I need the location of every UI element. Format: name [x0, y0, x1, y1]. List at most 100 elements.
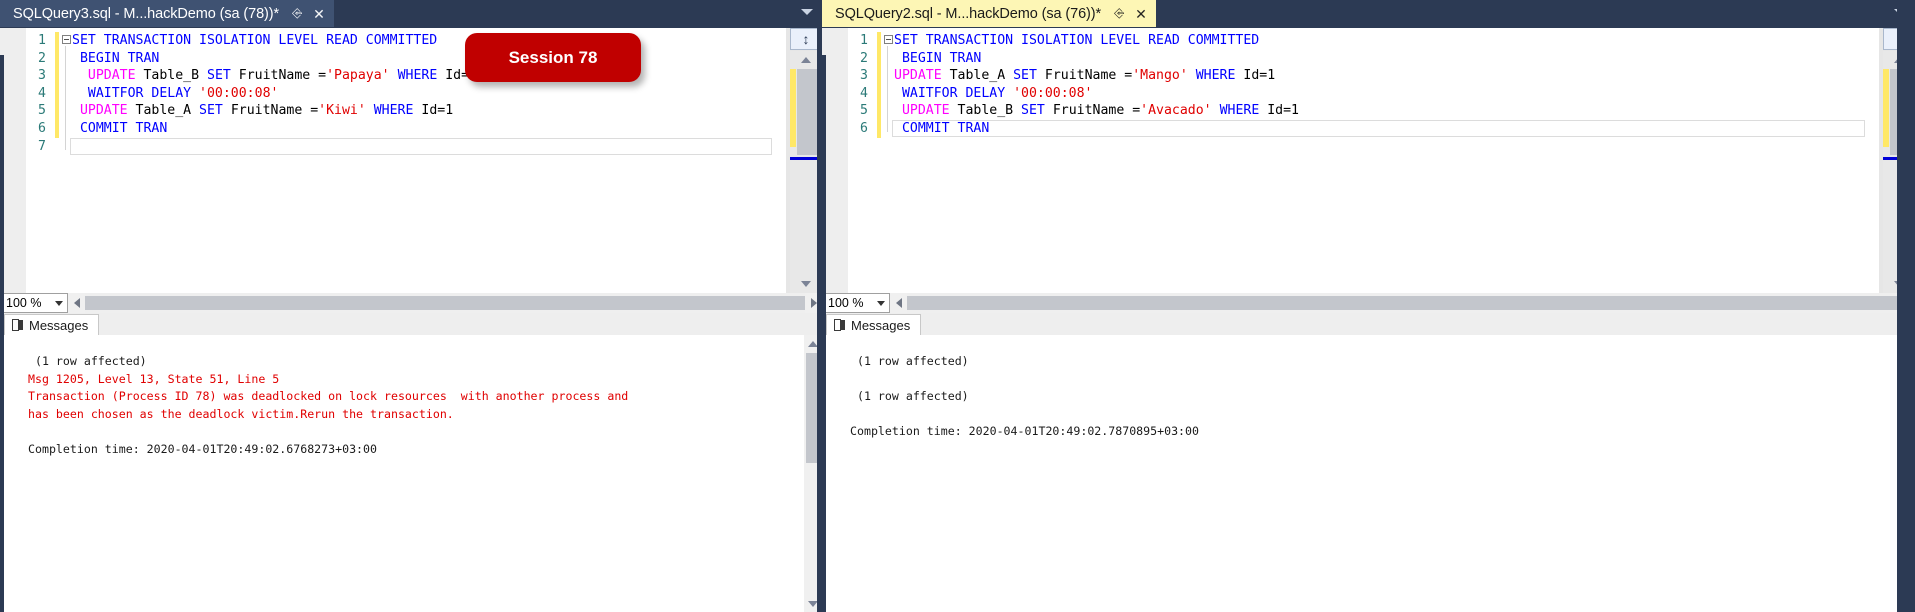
code-token: Table_B [135, 68, 207, 84]
line-number: 1 [860, 33, 868, 48]
code-token: WAITFOR DELAY [894, 85, 1014, 101]
hscroll-track[interactable] [907, 293, 1898, 313]
fold-guide-line [887, 46, 888, 132]
zoom-level-select[interactable]: 100 % [822, 293, 890, 313]
code-token: UPDATE [72, 103, 128, 119]
collapse-toggle-icon[interactable] [884, 35, 893, 44]
tab-messages[interactable]: Messages [4, 314, 100, 335]
code-text: UPDATE Table_B SET FruitName ='Papaya' W… [72, 67, 477, 85]
code-token: SET [199, 103, 223, 119]
code-line[interactable]: 4 WAITFOR DELAY '00:00:08' [822, 84, 1879, 103]
zoom-level-value: 100 % [6, 296, 42, 310]
session-badge-label: Session 78 [508, 47, 598, 67]
code-line[interactable]: 3 UPDATE Table_A SET FruitName ='Mango' W… [822, 67, 1879, 85]
change-marker [55, 67, 59, 85]
split-icon: ↕ [802, 31, 810, 47]
results-panel-right: Messages (1 row affected) (1 row affecte… [822, 313, 1915, 612]
results-tab-label: Messages [851, 317, 911, 333]
hscroll-thumb[interactable] [85, 296, 805, 310]
messages-output-right[interactable]: (1 row affected) (1 row affected) Complet… [822, 335, 1897, 612]
code-token: Id=1 [413, 103, 454, 119]
code-text: WAITFOR DELAY '00:00:08' [72, 85, 279, 103]
change-marker [55, 102, 59, 120]
editor-wrap-right: 1 SET TRANSACTION ISOLATION LEVEL READ CO… [822, 27, 1915, 612]
chevron-down-icon[interactable] [801, 9, 813, 15]
code-text: UPDATE Table_B SET FruitName ='Avacado' … [894, 102, 1299, 120]
query-pane-left: SQLQuery3.sql - M...hackDemo (sa (78))* … [0, 0, 822, 612]
pin-icon[interactable]: ⎆ [1114, 6, 1124, 20]
hscroll-thumb[interactable] [907, 296, 1898, 310]
code-token: Id=1 [1235, 68, 1276, 84]
code-token: SET [207, 68, 231, 84]
code-token: 'Papaya' [326, 68, 390, 84]
collapse-toggle-icon[interactable] [62, 35, 71, 44]
change-marker [877, 67, 881, 85]
code-token: SET [1013, 68, 1037, 84]
tab-sqlquery3[interactable]: SQLQuery3.sql - M...hackDemo (sa (78))* … [0, 0, 334, 27]
code-token: SET [1021, 103, 1045, 119]
code-line[interactable]: 4 WAITFOR DELAY '00:00:08' [0, 84, 786, 103]
code-line[interactable]: 6 COMMIT TRAN [0, 119, 786, 138]
code-token: Table_B [949, 103, 1022, 119]
code-lines-left[interactable]: 1 SET TRANSACTION ISOLATION LEVEL READ CO… [0, 32, 786, 293]
code-token: Table_A [941, 68, 1014, 84]
code-token: SET TRANSACTION ISOLATION LEVEL READ COM… [894, 33, 1260, 48]
line-number: 1 [38, 33, 46, 48]
chevron-down-icon[interactable] [877, 300, 885, 306]
hscroll-track[interactable] [85, 293, 805, 313]
code-token: WHERE [1211, 103, 1260, 119]
tab-messages[interactable]: Messages [826, 314, 922, 335]
line-number: 4 [38, 85, 46, 101]
zoom-level-select[interactable]: 100 % [0, 293, 68, 313]
messages-output-left[interactable]: (1 row affected) Msg 1205, Level 13, Stat… [0, 335, 804, 612]
code-token: UPDATE [894, 103, 950, 119]
tab-sqlquery2[interactable]: SQLQuery2.sql - M...hackDemo (sa (76))* … [822, 0, 1156, 27]
query-pane-right: SQLQuery2.sql - M...hackDemo (sa (76))* … [822, 0, 1915, 612]
line-number: 6 [860, 120, 868, 136]
pane-divider[interactable] [817, 0, 822, 612]
tab-title: SQLQuery3.sql - M...hackDemo (sa (78))* [13, 5, 280, 22]
hscroll-left-button[interactable] [890, 293, 907, 313]
chevron-down-icon[interactable] [55, 300, 63, 306]
code-lines-right[interactable]: 1 SET TRANSACTION ISOLATION LEVEL READ CO… [822, 32, 1879, 293]
caret-line-highlight [892, 119, 1865, 137]
code-text: SET TRANSACTION ISOLATION LEVEL READ COM… [72, 32, 437, 50]
line-number: 5 [38, 103, 46, 119]
hscroll-left-button[interactable] [68, 293, 85, 313]
line-number: 6 [38, 120, 46, 136]
code-line[interactable]: 1 SET TRANSACTION ISOLATION LEVEL READ CO… [822, 32, 1879, 50]
code-line[interactable]: 2 BEGIN TRAN [0, 49, 786, 68]
window-right-edge [1897, 0, 1915, 612]
code-token: WHERE [389, 68, 438, 84]
code-line[interactable]: 3 UPDATE Table_B SET FruitName ='Papaya'… [0, 67, 786, 85]
code-line[interactable]: 5 UPDATE Table_A SET FruitName ='Kiwi' W… [0, 102, 786, 120]
line-number: 3 [38, 68, 46, 84]
change-marker-bar [790, 69, 796, 147]
pin-icon[interactable]: ⎆ [292, 6, 302, 20]
code-line[interactable]: 5 UPDATE Table_B SET FruitName ='Avacado… [822, 102, 1879, 120]
line-number: 5 [860, 103, 868, 119]
message-line: Completion time: 2020-04-01T20:49:02.676… [28, 441, 378, 456]
code-token: WHERE [365, 103, 414, 119]
code-text: COMMIT TRAN [72, 120, 167, 138]
line-number: 3 [860, 68, 868, 84]
code-text: SET TRANSACTION ISOLATION LEVEL READ COM… [894, 32, 1259, 50]
pane-left-edge [822, 55, 826, 612]
line-number: 2 [38, 50, 46, 66]
code-text: BEGIN TRAN [72, 50, 159, 68]
error-message-line: has been chosen as the deadlock victim.R… [28, 406, 454, 421]
sql-editor-left[interactable]: 1 SET TRANSACTION ISOLATION LEVEL READ CO… [0, 28, 786, 293]
change-marker [877, 84, 881, 103]
code-token: FruitName = [1036, 68, 1133, 84]
sql-editor-right[interactable]: 1 SET TRANSACTION ISOLATION LEVEL READ CO… [822, 28, 1879, 293]
results-tabbar: Messages [0, 313, 822, 336]
code-line[interactable]: 7 [0, 137, 786, 156]
code-line[interactable]: 2 BEGIN TRAN [822, 49, 1879, 68]
code-line[interactable]: 6 COMMIT TRAN [822, 119, 1879, 138]
session-badge-left: Session 78 [465, 33, 641, 82]
error-message-line: Msg 1205, Level 13, State 51, Line 5 [28, 371, 280, 386]
code-line[interactable]: 1 SET TRANSACTION ISOLATION LEVEL READ CO… [0, 32, 786, 50]
close-icon[interactable]: ✕ [313, 7, 325, 21]
close-icon[interactable]: ✕ [1135, 7, 1147, 21]
